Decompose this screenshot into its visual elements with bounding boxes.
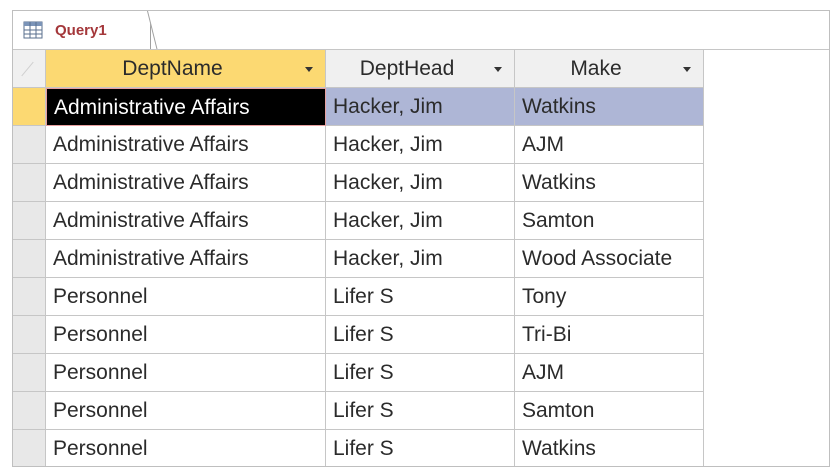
table-cell[interactable]: Administrative Affairs [46, 240, 326, 278]
table-cell[interactable]: Personnel [46, 354, 326, 392]
table-cell[interactable]: Lifer S [326, 354, 515, 392]
table-cell[interactable]: Administrative Affairs [46, 126, 326, 164]
record-selector[interactable] [13, 126, 46, 164]
table-cell[interactable]: Lifer S [326, 278, 515, 316]
table-cell[interactable]: Administrative Affairs [46, 164, 326, 202]
table-cell[interactable]: Samton [515, 392, 704, 430]
table-row[interactable]: Administrative Affairs Hacker, Jim AJM [13, 126, 704, 164]
table-row[interactable]: Personnel Lifer S Watkins [13, 430, 704, 466]
table-row[interactable]: Personnel Lifer S AJM [13, 354, 704, 392]
table-cell[interactable]: Watkins [515, 164, 704, 202]
table-row[interactable]: Personnel Lifer S Samton [13, 392, 704, 430]
column-header-deptname[interactable]: DeptName [46, 50, 326, 88]
table-cell[interactable]: Personnel [46, 430, 326, 466]
table-cell[interactable]: Watkins [515, 88, 704, 126]
column-header-depthead[interactable]: DeptHead [326, 50, 515, 88]
table-cell[interactable]: Administrative Affairs [46, 88, 326, 126]
datasheet-window: Query1 DeptName DeptHead Make Administrativ… [12, 10, 830, 467]
table-cell[interactable]: Hacker, Jim [326, 164, 515, 202]
tab-query1[interactable]: Query1 [13, 11, 151, 49]
table-cell[interactable]: AJM [515, 126, 704, 164]
query-icon [23, 21, 43, 39]
select-all-corner[interactable] [13, 50, 46, 88]
record-selector[interactable] [13, 240, 46, 278]
table-cell[interactable]: Tri-Bi [515, 316, 704, 354]
column-header-label: DeptHead [359, 57, 455, 80]
column-header-make[interactable]: Make [515, 50, 704, 88]
table-row[interactable]: Administrative Affairs Hacker, Jim Samton [13, 202, 704, 240]
table-cell[interactable]: Hacker, Jim [326, 126, 515, 164]
dropdown-arrow-icon[interactable] [683, 67, 691, 72]
column-header-label: Make [570, 57, 622, 80]
table-cell[interactable]: Wood Associate [515, 240, 704, 278]
table-cell[interactable]: Hacker, Jim [326, 240, 515, 278]
table-cell[interactable]: Lifer S [326, 316, 515, 354]
table-cell[interactable]: Personnel [46, 392, 326, 430]
table-row[interactable]: Administrative Affairs Hacker, Jim Watkins [13, 88, 704, 126]
record-selector[interactable] [13, 202, 46, 240]
column-header-row: DeptName DeptHead Make [13, 50, 704, 88]
document-tab-strip: Query1 [13, 11, 829, 50]
table-cell[interactable]: Tony [515, 278, 704, 316]
record-selector[interactable] [13, 430, 46, 466]
table-cell[interactable]: Personnel [46, 278, 326, 316]
table-row[interactable]: Personnel Lifer S Tri-Bi [13, 316, 704, 354]
table-cell[interactable]: Watkins [515, 430, 704, 466]
table-cell[interactable]: AJM [515, 354, 704, 392]
dropdown-arrow-icon[interactable] [494, 67, 502, 72]
table-row[interactable]: Administrative Affairs Hacker, Jim Wood As… [13, 240, 704, 278]
table-row[interactable]: Personnel Lifer S Tony [13, 278, 704, 316]
record-selector[interactable] [13, 392, 46, 430]
table-cell[interactable]: Personnel [46, 316, 326, 354]
table-row[interactable]: Administrative Affairs Hacker, Jim Watkins [13, 164, 704, 202]
record-selector[interactable] [13, 88, 46, 126]
record-selector[interactable] [13, 278, 46, 316]
table-cell[interactable]: Hacker, Jim [326, 88, 515, 126]
column-header-label: DeptName [122, 57, 223, 80]
table-cell[interactable]: Samton [515, 202, 704, 240]
corner-mark [21, 61, 34, 77]
tab-label: Query1 [55, 21, 107, 39]
record-selector[interactable] [13, 164, 46, 202]
table-cell[interactable]: Lifer S [326, 392, 515, 430]
record-selector[interactable] [13, 354, 46, 392]
record-selector[interactable] [13, 316, 46, 354]
table-cell[interactable]: Administrative Affairs [46, 202, 326, 240]
table-cell[interactable]: Hacker, Jim [326, 202, 515, 240]
table-cell[interactable]: Lifer S [326, 430, 515, 466]
dropdown-arrow-icon[interactable] [305, 67, 313, 72]
